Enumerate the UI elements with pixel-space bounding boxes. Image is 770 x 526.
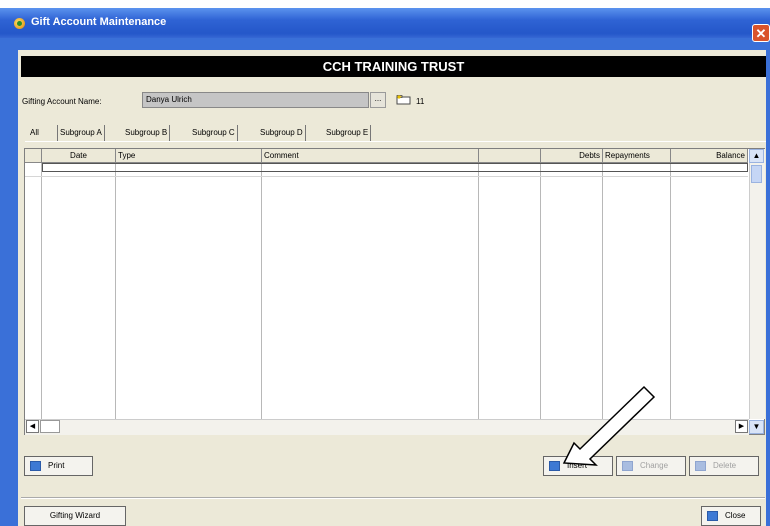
tab-subgroup-d[interactable]: Subgroup D: [258, 125, 306, 141]
account-count: 11: [416, 97, 425, 106]
column-header-type[interactable]: Type: [116, 149, 262, 162]
folder-icon[interactable]: [396, 95, 411, 105]
delete-button[interactable]: Delete: [689, 456, 759, 476]
footer-divider: [21, 497, 765, 499]
column-divider: [602, 163, 603, 419]
gifting-account-name-label: Gifting Account Name:: [22, 97, 102, 106]
row-divider: [25, 176, 748, 177]
column-divider: [41, 163, 42, 419]
pointer-arrow-annotation: [562, 385, 656, 466]
delete-icon: [695, 461, 706, 471]
insert-icon: [549, 461, 560, 471]
close-button-label: Close: [725, 511, 746, 520]
tab-subgroup-c[interactable]: Subgroup C: [190, 125, 238, 141]
trust-banner: CCH TRAINING TRUST: [21, 56, 766, 77]
gifting-wizard-button[interactable]: Gifting Wizard: [24, 506, 126, 526]
column-header-blank[interactable]: [479, 149, 541, 162]
column-divider: [261, 163, 262, 419]
close-button[interactable]: Close: [701, 506, 761, 526]
column-divider: [540, 163, 541, 419]
column-header-debts[interactable]: Debts: [541, 149, 603, 162]
vertical-scroll-thumb[interactable]: [751, 165, 762, 183]
print-button[interactable]: Print: [24, 456, 93, 476]
app-icon: [14, 18, 25, 29]
print-button-label: Print: [48, 461, 65, 470]
scroll-left-button[interactable]: ◀: [26, 420, 39, 433]
gifting-account-name-field[interactable]: Danya Ulrich: [142, 92, 369, 108]
column-divider: [478, 163, 479, 419]
column-header-repayments[interactable]: Repayments: [603, 149, 671, 162]
delete-button-label: Delete: [713, 461, 737, 470]
tab-all[interactable]: All: [28, 125, 41, 141]
scroll-right-button[interactable]: ▶: [735, 420, 748, 433]
title-bar[interactable]: Gift Account Maintenance ✕: [0, 8, 770, 42]
column-header-selector[interactable]: [25, 149, 42, 162]
column-header-date[interactable]: Date: [42, 149, 116, 162]
tab-subgroup-a[interactable]: Subgroup A: [57, 125, 105, 141]
selected-empty-row[interactable]: [42, 163, 748, 172]
column-divider: [670, 163, 671, 419]
browse-account-button[interactable]: ...: [370, 92, 386, 108]
horizontal-scroll-thumb[interactable]: [40, 420, 60, 433]
column-divider: [115, 163, 116, 419]
tab-divider: [25, 141, 766, 142]
scroll-down-button[interactable]: ▼: [749, 420, 764, 434]
vertical-scrollbar[interactable]: [749, 149, 765, 419]
close-icon: [707, 511, 718, 521]
scroll-up-button[interactable]: ▲: [749, 149, 764, 163]
tab-subgroup-e[interactable]: Subgroup E: [324, 125, 372, 141]
column-header-balance[interactable]: Balance: [671, 149, 748, 162]
column-header-comment[interactable]: Comment: [262, 149, 479, 162]
tab-subgroup-b[interactable]: Subgroup B: [123, 125, 171, 141]
print-icon: [30, 461, 41, 471]
window-title: Gift Account Maintenance: [31, 16, 167, 28]
grid-header: Date Type Comment Debts Repayments Balan…: [25, 149, 748, 163]
close-window-button[interactable]: ✕: [752, 24, 770, 42]
